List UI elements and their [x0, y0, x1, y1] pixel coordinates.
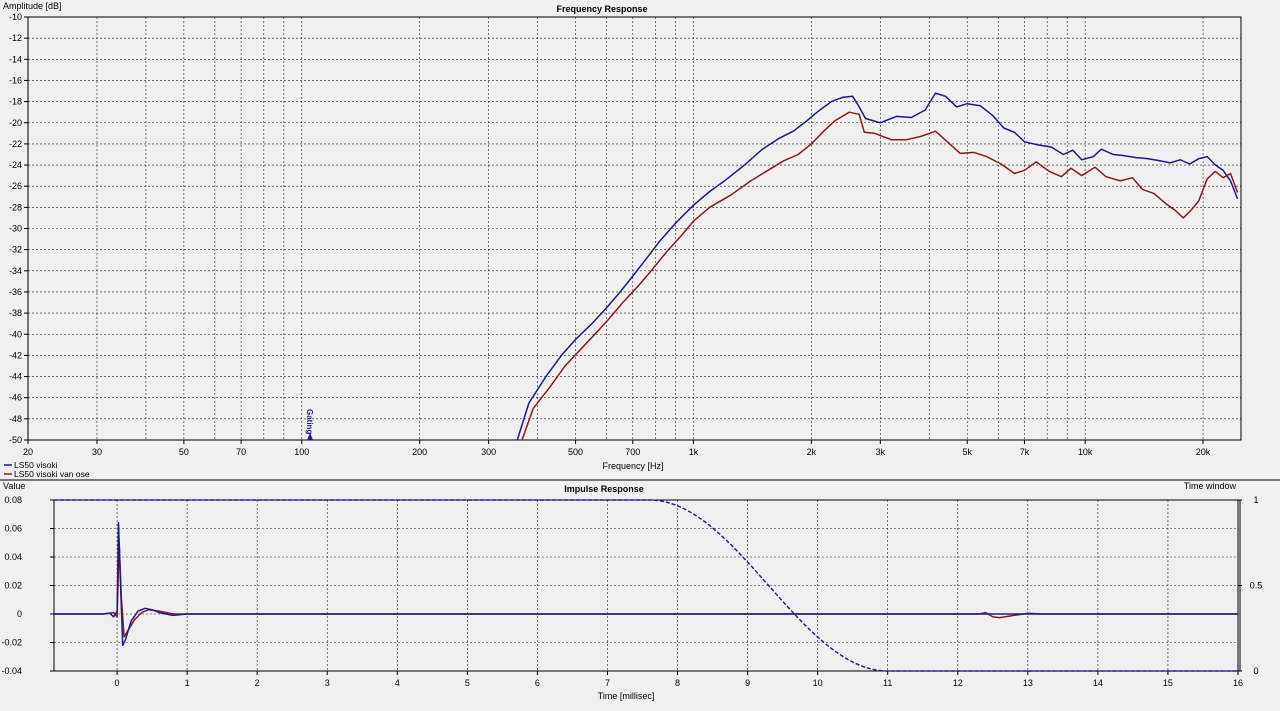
fr-x-tick-label: 10k: [1078, 447, 1093, 457]
fr-y-tick-label: -42: [9, 350, 22, 360]
ir-y2-tick-label: 0.5: [1250, 581, 1263, 591]
fr-y-tick-label: -10: [9, 12, 22, 22]
legend-item-ls50-visoki-van-ose: LS50 visoki van ose: [14, 469, 90, 479]
ir-y-tick-label: 0.08: [4, 495, 22, 505]
ir-x-tick-label: 8: [675, 678, 680, 688]
ir-y-tick-label: 0.04: [4, 552, 22, 562]
fr-x-tick-label: 700: [625, 447, 640, 457]
ir-x-label: Time [millisec]: [598, 691, 655, 701]
ir-y-tick-label: 0.02: [4, 581, 22, 591]
ir-y-tick-label: -0.04: [1, 666, 22, 676]
fr-x-tick-label: 20k: [1196, 447, 1211, 457]
fr-y-tick-label: -20: [9, 118, 22, 128]
ir-x-tick-label: 6: [535, 678, 540, 688]
ir-x-tick-label: 13: [1023, 678, 1033, 688]
fr-x-tick-label: 3k: [876, 447, 886, 457]
fr-y-tick-label: -28: [9, 202, 22, 212]
fr-y-tick-label: -40: [9, 329, 22, 339]
fr-y-tick-label: -48: [9, 414, 22, 424]
ir-x-tick-label: 4: [395, 678, 400, 688]
fr-y-tick-label: -44: [9, 372, 22, 382]
fr-x-tick-label: 50: [179, 447, 189, 457]
ir-x-tick-label: 0: [115, 678, 120, 688]
ir-x-tick-label: 9: [745, 678, 750, 688]
ir-y2-label: Time window: [1184, 481, 1237, 491]
fr-x-tick-label: 7k: [1020, 447, 1030, 457]
ir-x-tick-label: 15: [1163, 678, 1173, 688]
fr-y-tick-label: -16: [9, 75, 22, 85]
fr-x-tick-label: 500: [568, 447, 583, 457]
fr-x-tick-label: 200: [412, 447, 427, 457]
fr-y-tick-label: -30: [9, 224, 22, 234]
fr-title: Frequency Response: [556, 4, 647, 14]
ir-y-tick-label: 0: [17, 609, 22, 619]
ir-x-tick-label: 16: [1233, 678, 1243, 688]
fr-y-tick-label: -24: [9, 160, 22, 170]
fr-x-tick-label: 30: [92, 447, 102, 457]
fr-y-tick-label: -32: [9, 245, 22, 255]
ir-x-tick-label: 10: [813, 678, 823, 688]
gating-marker-label: Gating: [305, 409, 314, 434]
ir-x-tick-label: 14: [1093, 678, 1103, 688]
ir-x-tick-label: 1: [185, 678, 190, 688]
fr-y-tick-label: -46: [9, 393, 22, 403]
fr-x-tick-label: 1k: [689, 447, 699, 457]
fr-y-tick-label: -50: [9, 435, 22, 445]
ir-y2-tick-label: 1: [1253, 495, 1258, 505]
chart-canvas: Frequency Response Amplitude [dB] Freque…: [0, 0, 1280, 711]
fr-x-tick-label: 100: [294, 447, 309, 457]
ir-y-tick-label: 0.06: [4, 524, 22, 534]
ir-title: Impulse Response: [564, 484, 644, 494]
fr-x-tick-label: 5k: [962, 447, 972, 457]
fr-y-tick-label: -36: [9, 287, 22, 297]
ir-y-tick-label: -0.02: [1, 638, 22, 648]
fr-y-label: Amplitude [dB]: [3, 1, 62, 11]
fr-x-tick-label: 2k: [807, 447, 817, 457]
ir-y-label: Value: [3, 481, 25, 491]
ir-x-tick-label: 11: [883, 678, 892, 688]
fr-y-tick-label: -12: [9, 33, 22, 43]
fr-y-tick-label: -14: [9, 54, 22, 64]
fr-y-tick-label: -38: [9, 308, 22, 318]
fr-x-label: Frequency [Hz]: [602, 461, 663, 471]
ir-y2-tick-label: 0: [1253, 666, 1258, 676]
fr-x-tick-label: 20: [23, 447, 33, 457]
ir-x-tick-label: 7: [605, 678, 610, 688]
fr-x-tick-label: 70: [236, 447, 246, 457]
fr-y-tick-label: -18: [9, 97, 22, 107]
ir-x-tick-label: 3: [325, 678, 330, 688]
fr-x-tick-label: 300: [481, 447, 496, 457]
ir-x-tick-label: 12: [953, 678, 963, 688]
fr-y-tick-label: -22: [9, 139, 22, 149]
fr-y-tick-label: -26: [9, 181, 22, 191]
fr-y-tick-label: -34: [9, 266, 22, 276]
ir-x-tick-label: 5: [465, 678, 470, 688]
ir-x-tick-label: 2: [255, 678, 260, 688]
